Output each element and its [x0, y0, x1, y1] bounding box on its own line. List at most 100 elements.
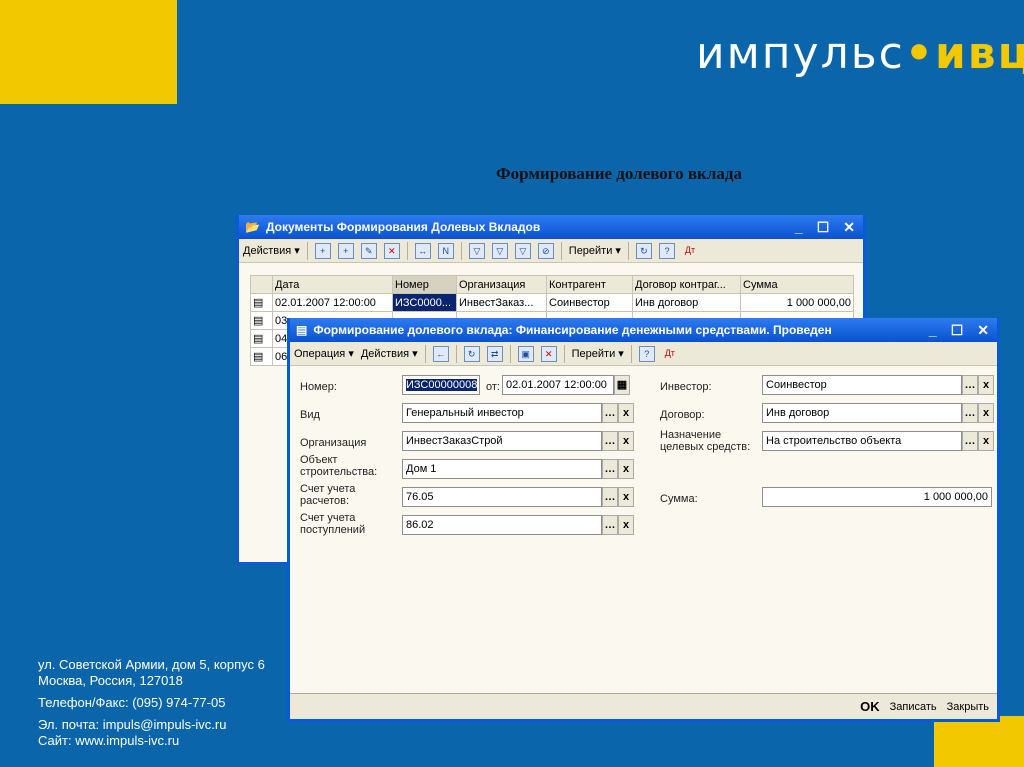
add-group-icon[interactable]: +	[337, 242, 354, 259]
cell: Соинвестор	[546, 293, 633, 312]
clear-button[interactable]: x	[618, 403, 634, 423]
maximize-button[interactable]: ☐	[817, 219, 830, 236]
org-field[interactable]: ИнвестЗаказСтрой	[402, 431, 602, 451]
form-buttons-bar: OK Записать Закрыть	[290, 693, 997, 719]
goto-menu[interactable]: Перейти ▾	[569, 244, 621, 257]
number-field[interactable]: ИЗС00000008	[406, 379, 478, 391]
title-bar[interactable]: 📂 Документы Формирования Долевых Вкладов …	[239, 215, 863, 239]
clear-button[interactable]: x	[618, 487, 634, 507]
doc-icon: ▤	[250, 347, 273, 366]
object-label: Объект строительства:	[300, 454, 378, 478]
select-button[interactable]: …	[962, 431, 978, 451]
col-org[interactable]: Организация	[456, 275, 547, 294]
col-date[interactable]: Дата	[272, 275, 393, 294]
sum-field[interactable]: 1 000 000,00	[762, 487, 992, 507]
edit-icon[interactable]: ✎	[360, 242, 377, 259]
date-field[interactable]: 02.01.2007 12:00:00	[502, 375, 614, 395]
interval-icon[interactable]: ↔	[414, 242, 431, 259]
folder-icon: 📂	[245, 220, 260, 234]
address-line: ул. Советской Армии, дом 5, корпус 6	[38, 657, 265, 672]
account-recv-field[interactable]: 86.02	[402, 515, 602, 535]
unpost-icon[interactable]: ✕	[540, 345, 557, 362]
select-button[interactable]: …	[962, 375, 978, 395]
investor-field[interactable]: Соинвестор	[762, 375, 962, 395]
delete-icon[interactable]: ✕	[383, 242, 400, 259]
minimize-button[interactable]: _	[795, 219, 803, 236]
select-button[interactable]: …	[602, 431, 618, 451]
reread-icon[interactable]: ↻	[463, 345, 480, 362]
clear-button[interactable]: x	[618, 459, 634, 479]
contribution-form-window[interactable]: ▤ Формирование долевого вклада: Финансиро…	[287, 318, 1000, 722]
select-button[interactable]: …	[602, 487, 618, 507]
account-settle-field[interactable]: 76.05	[402, 487, 602, 507]
org-label: Организация	[300, 437, 367, 449]
col-counterparty[interactable]: Контрагент	[546, 275, 633, 294]
toolbar: Операция ▾ Действия ▾ ← ↻ ⇄ ▣ ✕ Перейти ▾ …	[290, 342, 997, 366]
contract-field[interactable]: Инв договор	[762, 403, 962, 423]
table-header: Дата Номер Организация Контрагент Договор ко…	[250, 275, 854, 294]
object-field[interactable]: Дом 1	[402, 459, 602, 479]
city-line: Москва, Россия, 127018	[38, 673, 183, 688]
col-sum[interactable]: Сумма	[740, 275, 854, 294]
number-label: Номер:	[300, 381, 337, 393]
purpose-field[interactable]: На строительство объекта	[762, 431, 962, 451]
document-icon: ▤	[296, 323, 308, 337]
table-row[interactable]: ▤ 02.01.2007 12:00:00 ИЗС0000... ИнвестЗака…	[250, 293, 854, 312]
post-icon[interactable]: ←	[432, 345, 449, 362]
col-contract[interactable]: Договор контраг...	[632, 275, 741, 294]
sum-label: Сумма:	[660, 493, 698, 505]
select-button[interactable]: …	[962, 403, 978, 423]
form-body: Номер: ИЗС00000008 от: 02.01.2007 12:00:…	[290, 366, 997, 696]
clear-button[interactable]: x	[618, 431, 634, 451]
purpose-label: Назначение целевых средств:	[660, 429, 751, 453]
yellow-corner-block	[0, 0, 177, 104]
save-doc-icon[interactable]: ▣	[517, 345, 534, 362]
close-button[interactable]: ✕	[843, 219, 855, 236]
close-button[interactable]: ✕	[977, 322, 989, 339]
clear-button[interactable]: x	[978, 375, 994, 395]
help-icon[interactable]: ?	[638, 345, 655, 362]
logo: импульс•ивц	[696, 28, 1024, 79]
col-number[interactable]: Номер	[392, 275, 457, 294]
contact-address: ул. Советской Армии, дом 5, корпус 6 Мос…	[38, 657, 265, 749]
calendar-icon[interactable]: ▦	[614, 375, 630, 395]
select-button[interactable]: …	[602, 403, 618, 423]
toolbar: Действия ▾ + + ✎ ✕ ↔ N ▽ ▽ ▽ ⊘ Перейти ▾ ↻? Дт	[239, 239, 863, 263]
filter-history-icon[interactable]: ▽	[514, 242, 531, 259]
kind-label: Вид	[300, 409, 320, 421]
goto-menu[interactable]: Перейти ▾	[572, 347, 624, 360]
ok-button[interactable]: OK	[860, 699, 880, 714]
close-form-button[interactable]: Закрыть	[947, 701, 989, 713]
refresh-icon[interactable]: ↻	[635, 242, 652, 259]
clear-filter-icon[interactable]: ⊘	[537, 242, 554, 259]
clear-button[interactable]: x	[618, 515, 634, 535]
minimize-button[interactable]: _	[929, 322, 937, 339]
maximize-button[interactable]: ☐	[951, 322, 964, 339]
title-bar[interactable]: ▤ Формирование долевого вклада: Финансиро…	[290, 318, 997, 342]
select-button[interactable]: …	[602, 515, 618, 535]
kind-field[interactable]: Генеральный инвестор	[402, 403, 602, 423]
doc-icon: ▤	[250, 293, 273, 312]
actions-menu[interactable]: Действия ▾	[361, 347, 418, 360]
copy-icon[interactable]: ⇄	[486, 345, 503, 362]
operation-menu[interactable]: Операция ▾	[294, 347, 354, 360]
phone-line: Телефон/Факс: (095) 974-77-05	[38, 695, 226, 710]
clear-button[interactable]: x	[978, 431, 994, 451]
save-button[interactable]: Записать	[890, 701, 937, 713]
actions-menu[interactable]: Действия ▾	[243, 244, 300, 257]
select-button[interactable]: …	[602, 459, 618, 479]
filter-value-icon[interactable]: ▽	[491, 242, 508, 259]
doc-icon: ▤	[250, 311, 273, 330]
cell: Инв договор	[632, 293, 741, 312]
dt-kt-icon[interactable]: Дт	[682, 243, 698, 259]
filter-icon[interactable]: ▽	[468, 242, 485, 259]
dt-kt-icon[interactable]: Дт	[662, 346, 678, 362]
contract-label: Договор:	[660, 409, 705, 421]
site-line: Сайт: www.impuls-ivc.ru	[38, 733, 180, 748]
clear-button[interactable]: x	[978, 403, 994, 423]
cell: 1 000 000,00	[740, 293, 854, 312]
cell: ИЗС0000...	[392, 293, 457, 312]
find-icon[interactable]: N	[437, 242, 454, 259]
help-icon[interactable]: ?	[658, 242, 675, 259]
add-icon[interactable]: +	[314, 242, 331, 259]
